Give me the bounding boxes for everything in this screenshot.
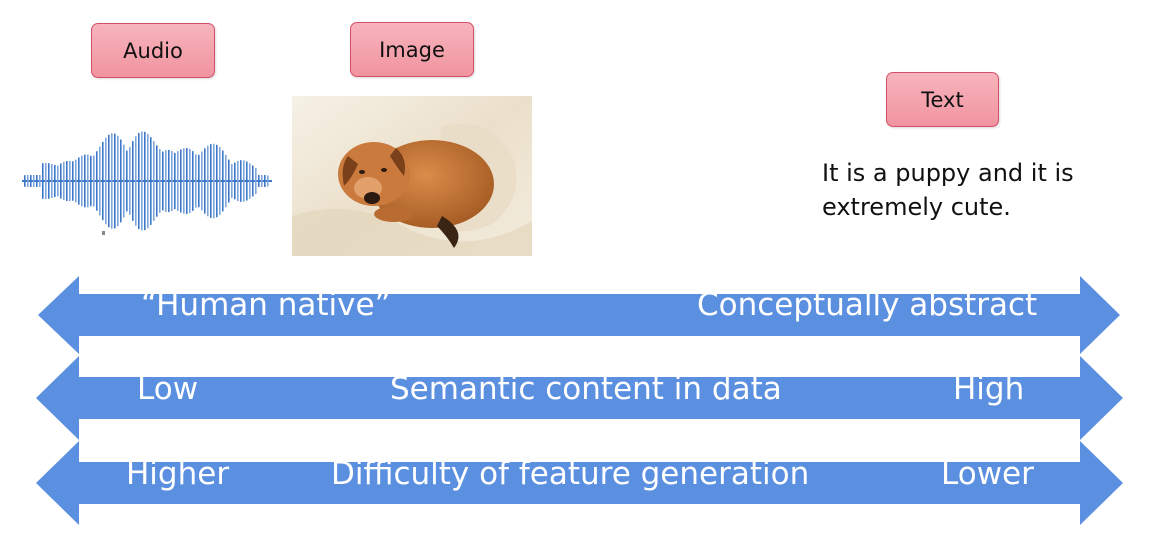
slide-canvas: Audio Image Text It is a puppy and it is… [0,0,1149,542]
scale-3-right-label: Lower [941,456,1034,492]
scale-1-right-label: Conceptually abstract [697,287,1038,323]
scale-1-left-label: “Human native” [141,287,391,323]
scale-2-right-label: High [953,371,1025,407]
scale-2-middle-label: Semantic content in data [390,371,782,407]
scale-3-left-label: Higher [126,456,230,492]
scale-3-middle-label: Difficulty of feature generation [331,456,810,492]
scale-2-left-label: Low [137,371,199,407]
